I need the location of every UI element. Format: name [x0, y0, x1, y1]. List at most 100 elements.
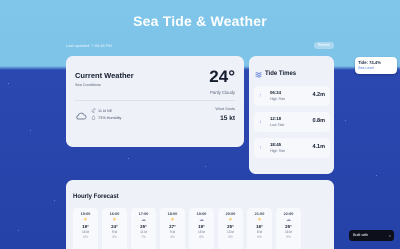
last-updated-text: Last updated: 7:05:46 PM	[66, 43, 112, 48]
forecast-time: 20:00	[225, 212, 236, 216]
forecast-wind: 16 kt	[82, 230, 89, 234]
tide-level-badge: Tide: 74.4% Sea Level	[355, 57, 397, 74]
humidity-value: 73% Humidity	[98, 115, 122, 120]
forecast-wind: 15 kt	[198, 230, 205, 234]
divider	[75, 100, 235, 101]
forecast-temp: 27°	[169, 224, 176, 229]
forecast-wind: 11 kt	[140, 230, 147, 234]
tide-times-card: Tide Times ↑ 06:24 High Tide 4.2m ↓ 12:1…	[249, 56, 334, 174]
forecast-precip: 6%	[257, 235, 262, 239]
humidity-row: 73% Humidity	[91, 115, 121, 120]
forecast-precip: 6%	[83, 235, 88, 239]
sea-sparkle	[30, 130, 32, 132]
tide-type: High Tide	[270, 97, 286, 101]
sea-sparkle	[345, 120, 347, 122]
tide-row: ↓ 12:18 Low Tide 0.8m	[254, 112, 330, 132]
forecast-time: 19:00	[196, 212, 207, 216]
cloud-icon: ☁	[141, 217, 146, 223]
forecast-time: 22:00	[283, 212, 294, 216]
forecast-time: 17:00	[138, 212, 149, 216]
sun-icon: ☀	[257, 217, 262, 223]
forecast-precip: 8%	[199, 235, 204, 239]
sun-icon: ☀	[170, 217, 175, 223]
forecast-temp: 25°	[285, 224, 292, 229]
tide-time: 12:18	[270, 116, 281, 121]
forecast-time: 21:00	[254, 212, 265, 216]
sea-sparkle	[376, 175, 378, 177]
forecast-hour: 15:00 ☀ 19° 16 kt 6%	[73, 208, 98, 249]
forecast-hour: 19:00 ☁ 19° 15 kt 8%	[189, 208, 214, 249]
arrow-up-icon: ↑	[259, 145, 262, 151]
forecast-temp: 19°	[198, 224, 205, 229]
forecast-wind: 8 kt	[256, 230, 263, 234]
forecast-precip: 5%	[112, 235, 117, 239]
wind-row: 11 kt NE	[91, 108, 112, 113]
forecast-temp: 16°	[256, 224, 263, 229]
sea-sparkle	[128, 158, 130, 160]
cloud-icon: ☁	[286, 217, 291, 223]
hourly-forecast-card: Hourly Forecast 15:00 ☀ 19° 16 kt 6% 16:00 ☀ 24…	[66, 180, 334, 249]
current-weather-subtitle: Sea Conditions	[75, 83, 101, 87]
forecast-temp: 19°	[82, 224, 89, 229]
forecast-time: 16:00	[109, 212, 120, 216]
current-weather-card: Current Weather Sea Conditions 24° Partl…	[66, 56, 244, 147]
cloud-icon	[76, 112, 87, 120]
forecast-wind: 13 kt	[227, 230, 234, 234]
wind-gusts-label: Wind Gusts	[215, 107, 235, 111]
forecast-precip: 5%	[228, 235, 233, 239]
forecast-wind: 16 kt	[285, 230, 292, 234]
tide-level-label: Sea Level	[358, 66, 374, 70]
close-icon[interactable]: ×	[389, 230, 391, 241]
refresh-button[interactable]: Refresh	[314, 42, 334, 49]
forecast-temp: 25°	[227, 224, 234, 229]
sea-sparkle	[54, 200, 56, 202]
wind-value: 11 kt NE	[98, 108, 113, 113]
cloud-icon: ☁	[199, 217, 204, 223]
built-with-label: Built with	[353, 233, 369, 237]
forecast-hour: 16:00 ☀ 24° 9 kt 5%	[102, 208, 127, 249]
forecast-wind: 9 kt	[111, 230, 118, 234]
current-weather-title: Current Weather	[75, 71, 134, 80]
wind-gusts-value: 15 kt	[220, 115, 235, 122]
sun-icon: ☀	[112, 217, 117, 223]
temperature-value: 24°	[209, 67, 235, 86]
forecast-wind: 9 kt	[169, 230, 176, 234]
tide-type: Low Tide	[270, 123, 285, 127]
tide-time: 18:45	[270, 142, 281, 147]
sea-sparkle	[205, 166, 207, 168]
forecast-time: 15:00	[80, 212, 91, 216]
forecast-hour: 22:00 ☁ 25° 16 kt 9%	[276, 208, 301, 249]
tide-height: 0.8m	[312, 118, 325, 124]
arrow-down-icon: ↓	[259, 119, 262, 125]
hourly-forecast-title: Hourly Forecast	[73, 194, 119, 200]
forecast-time: 18:00	[167, 212, 178, 216]
forecast-hour: 18:00 ☀ 27° 9 kt 5%	[160, 208, 185, 249]
sun-icon: ☀	[83, 217, 88, 223]
forecast-precip: 9%	[286, 235, 291, 239]
forecast-temp: 25°	[140, 224, 147, 229]
built-with-badge[interactable]: Built with ×	[349, 230, 394, 241]
tide-type: High Tide	[270, 149, 286, 153]
tide-height: 4.1m	[312, 144, 325, 150]
tide-row: ↑ 06:24 High Tide 4.2m	[254, 86, 330, 106]
tide-level-value: Tide: 74.4%	[358, 60, 381, 65]
tide-height: 4.2m	[312, 92, 325, 98]
waves-icon	[255, 72, 262, 78]
forecast-temp: 24°	[111, 224, 118, 229]
forecast-precip: 7%	[141, 235, 146, 239]
tide-time: 06:24	[270, 90, 281, 95]
forecast-hour: 17:00 ☁ 25° 11 kt 7%	[131, 208, 156, 249]
sun-icon: ☀	[228, 217, 233, 223]
arrow-up-icon: ↑	[259, 93, 262, 99]
tide-times-title: Tide Times	[265, 71, 297, 77]
weather-condition: Partly Cloudy	[210, 90, 235, 95]
forecast-hour: 20:00 ☀ 25° 13 kt 5%	[218, 208, 243, 249]
tide-row: ↑ 18:45 High Tide 4.1m	[254, 138, 330, 158]
forecast-precip: 5%	[170, 235, 175, 239]
wind-icon	[91, 108, 96, 113]
sea-sparkle	[18, 230, 20, 232]
forecast-hour: 21:00 ☀ 16° 8 kt 6%	[247, 208, 272, 249]
sea-sparkle	[8, 83, 10, 85]
droplet-icon	[91, 115, 96, 120]
app-title: Sea Tide & Weather	[133, 13, 267, 29]
